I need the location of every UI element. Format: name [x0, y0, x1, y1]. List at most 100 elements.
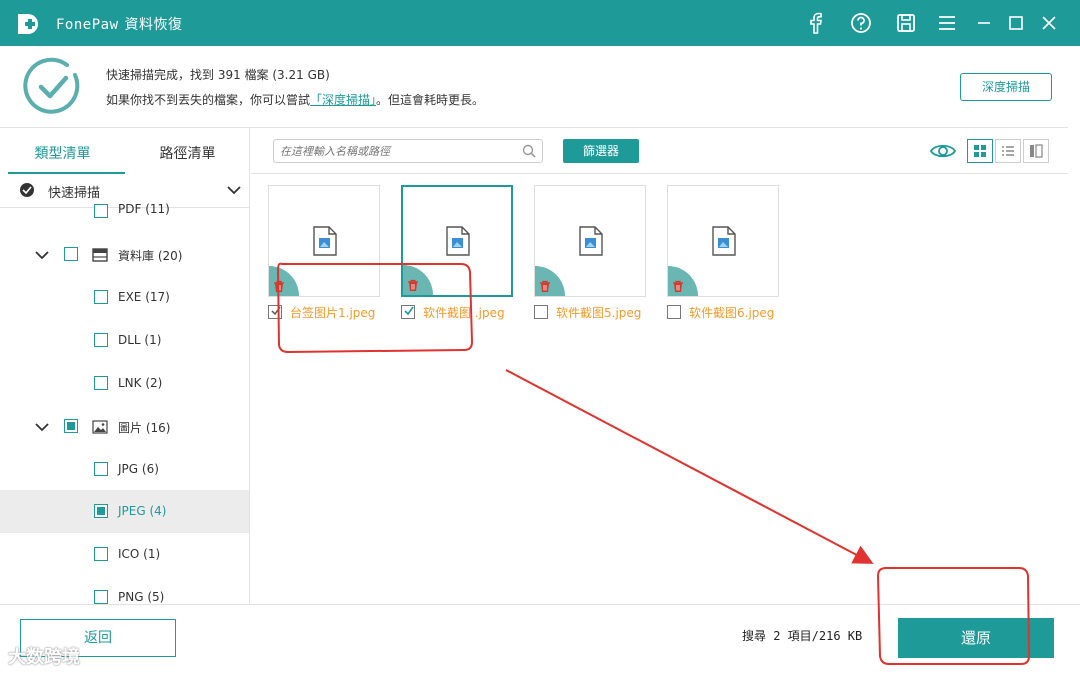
tree-item-lnk[interactable]: LNK (2) — [0, 362, 249, 405]
edge-artifact — [1068, 100, 1080, 210]
menu-icon[interactable] — [935, 11, 959, 35]
checkbox[interactable] — [94, 547, 108, 561]
tree-item-database[interactable]: 資料庫 (20) — [0, 233, 249, 276]
checkbox[interactable] — [94, 290, 108, 304]
tree-item-jpg[interactable]: JPG (6) — [0, 448, 249, 491]
selection-summary: 搜尋 2 項目/216 KB — [742, 629, 863, 643]
file-name: 台签图片1.jpeg — [290, 306, 376, 320]
trash-icon[interactable] — [672, 280, 684, 293]
image-file-icon — [712, 226, 736, 256]
tree-item-label: 資料庫 (20) — [118, 249, 183, 263]
file-name: 软件截图5.jpeg — [556, 306, 642, 320]
app-title-zh: 資料恢復 — [124, 17, 183, 33]
image-file-icon — [579, 226, 603, 256]
checkbox-partial[interactable] — [94, 504, 108, 518]
chevron-down-icon[interactable] — [34, 419, 50, 435]
sidebar: 類型清單 路徑清單 快速掃描 PDF (11) 資料庫 (20) EXE (17… — [0, 128, 250, 604]
deep-scan-button[interactable]: 深度掃描 — [960, 73, 1052, 101]
scan-status-panel: 快速掃描完成，找到 391 檔案 (3.21 GB) 如果你找不到丟失的檔案，你… — [0, 46, 1080, 128]
file-item[interactable]: 软件截图5.jpeg — [534, 303, 674, 321]
file-thumbnail[interactable] — [401, 185, 513, 297]
checkbox[interactable] — [94, 376, 108, 390]
checkmark-icon — [271, 306, 281, 316]
close-icon[interactable] — [1037, 11, 1061, 35]
facebook-icon[interactable] — [804, 11, 828, 35]
file-checkbox[interactable] — [667, 305, 681, 319]
list-view-icon — [1002, 146, 1014, 156]
checkbox[interactable] — [94, 204, 108, 218]
file-item[interactable]: 软件截图6.jpeg — [667, 303, 807, 321]
app-name: FonePaw — [56, 17, 119, 33]
file-thumbnail[interactable] — [534, 185, 646, 297]
tree-item-label: PDF (11) — [118, 202, 170, 216]
footer-bar: 返回 搜尋 2 項目/216 KB 還原 大数跨境 — [0, 604, 1080, 676]
grid-view-button[interactable] — [967, 139, 993, 163]
chevron-down-icon[interactable] — [34, 247, 50, 263]
restore-button[interactable]: 還原 — [898, 618, 1054, 658]
detail-view-button[interactable] — [1023, 139, 1049, 163]
scan-result-text: 快速掃描完成，找到 391 檔案 (3.21 GB) — [106, 68, 330, 82]
trash-icon[interactable] — [407, 279, 419, 292]
tree-item-images[interactable]: 圖片 (16) — [0, 405, 249, 448]
file-item[interactable]: 软件截图 .jpeg — [401, 303, 541, 321]
tree-item-jpeg[interactable]: JPEG (4) — [0, 490, 249, 533]
deep-scan-link[interactable]: 「深度掃描」 — [310, 93, 376, 107]
tree-item-label: PNG (5) — [118, 590, 165, 604]
watermark: 大数跨境 — [8, 647, 80, 668]
list-view-button[interactable] — [995, 139, 1021, 163]
tree-item-exe[interactable]: EXE (17) — [0, 276, 249, 319]
checkbox[interactable] — [94, 333, 108, 347]
app-title: FonePaw 資料恢復 — [56, 14, 183, 34]
image-file-icon — [313, 226, 337, 256]
database-icon — [92, 248, 108, 262]
file-item[interactable]: 台签图片1.jpeg — [268, 303, 408, 321]
file-checkbox[interactable] — [534, 305, 548, 319]
tree-item-label: ICO (1) — [118, 547, 161, 561]
tree-item-ico[interactable]: ICO (1) — [0, 533, 249, 576]
checkbox[interactable] — [64, 247, 78, 261]
file-thumbnail[interactable] — [268, 185, 380, 297]
trash-icon[interactable] — [273, 280, 285, 293]
file-name: 软件截图 .jpeg — [423, 306, 505, 320]
scan-hint-text: 如果你找不到丟失的檔案，你可以嘗試「深度掃描」。但這會耗時更長。 — [106, 91, 484, 108]
detail-view-icon — [1030, 144, 1043, 158]
search-icon[interactable] — [522, 144, 536, 158]
fonepaw-logo-icon — [18, 14, 38, 34]
tree-item-png[interactable]: PNG (5) — [0, 576, 249, 604]
tree-item-label: JPEG (4) — [118, 504, 167, 518]
tab-path-list[interactable]: 路徑清單 — [125, 128, 249, 174]
tree-item-pdf[interactable]: PDF (11) — [0, 188, 249, 231]
tree-item-label: 圖片 (16) — [118, 421, 171, 435]
file-grid: 台签图片1.jpeg 软件截图 .jpeg 软件截图5.jpeg 软件截图6.j… — [251, 175, 1080, 604]
checkbox[interactable] — [94, 462, 108, 476]
checkbox[interactable] — [94, 590, 108, 604]
trash-icon[interactable] — [539, 280, 551, 293]
tree-item-dll[interactable]: DLL (1) — [0, 319, 249, 362]
search-box[interactable] — [273, 139, 543, 163]
title-bar: FonePaw 資料恢復 — [0, 0, 1080, 46]
file-thumbnail[interactable] — [667, 185, 779, 297]
filter-button[interactable]: 篩選器 — [563, 139, 639, 163]
minimize-icon[interactable] — [972, 11, 996, 35]
image-file-icon — [446, 226, 470, 256]
file-checkbox[interactable] — [268, 305, 282, 319]
scan-complete-check-icon — [23, 57, 80, 114]
checkbox-partial[interactable] — [64, 419, 78, 433]
tree-item-label: DLL (1) — [118, 333, 162, 347]
hint-suffix: 。但這會耗時更長。 — [376, 93, 485, 107]
grid-view-icon — [974, 145, 986, 157]
checkmark-icon — [404, 306, 414, 316]
preview-eye-icon[interactable] — [929, 141, 957, 161]
file-checkbox[interactable] — [401, 305, 415, 319]
hint-prefix: 如果你找不到丟失的檔案，你可以嘗試 — [106, 93, 311, 107]
content-toolbar: 篩選器 — [251, 128, 1080, 174]
search-input[interactable] — [280, 143, 516, 159]
maximize-icon[interactable] — [1004, 11, 1028, 35]
help-icon[interactable] — [849, 11, 873, 35]
tree-item-label: JPG (6) — [118, 462, 159, 476]
save-icon[interactable] — [894, 11, 918, 35]
tab-type-list[interactable]: 類型清單 — [0, 128, 125, 174]
image-icon — [92, 420, 108, 434]
tree-item-label: LNK (2) — [118, 376, 163, 390]
tree-item-label: EXE (17) — [118, 290, 170, 304]
